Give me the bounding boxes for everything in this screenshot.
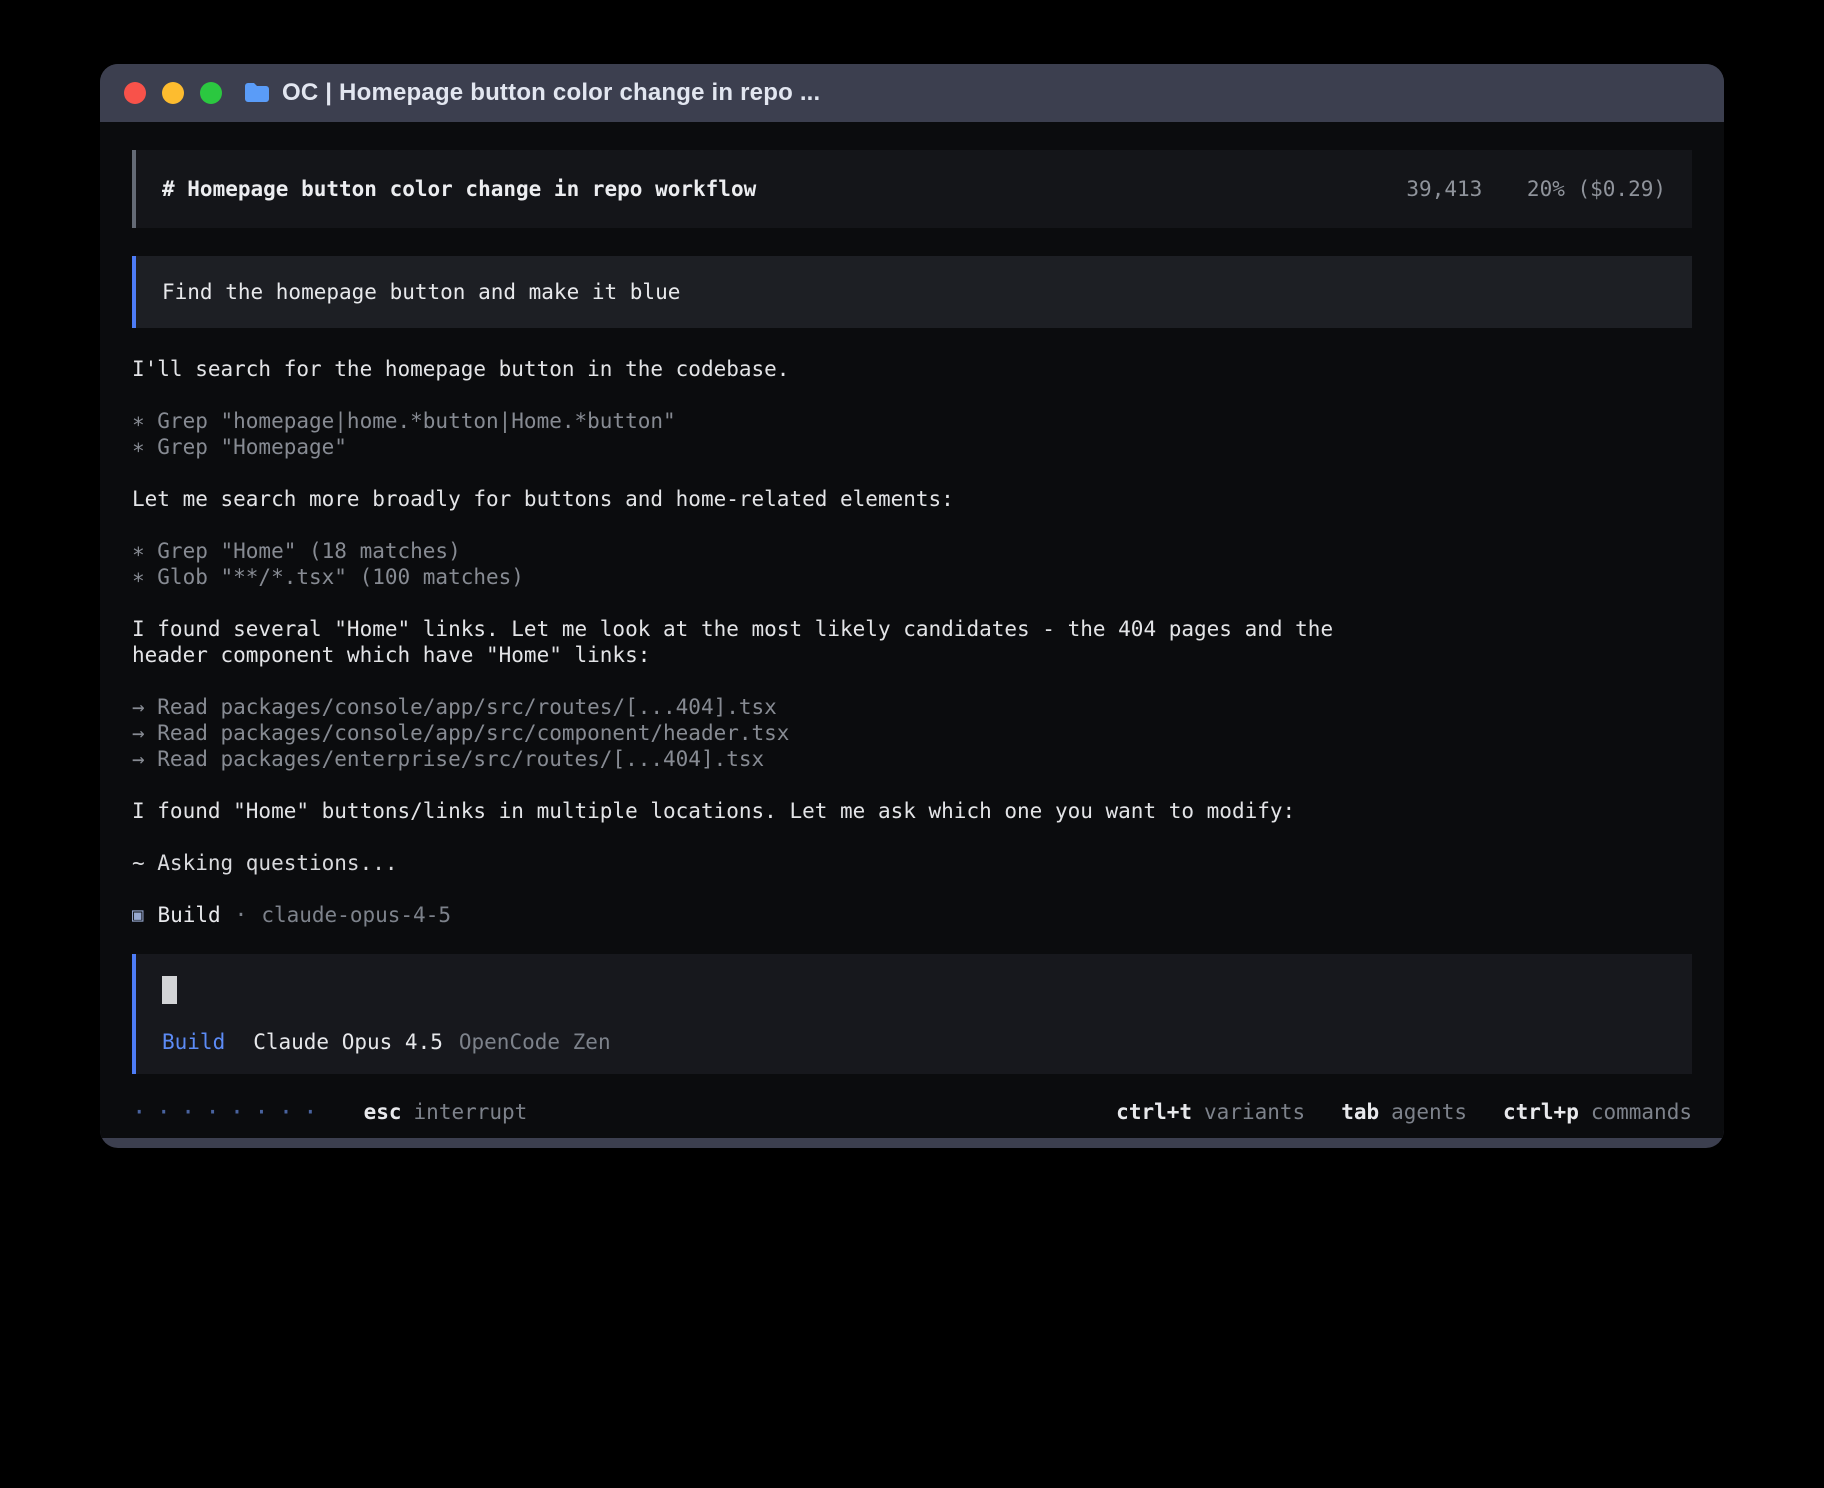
traffic-lights	[124, 82, 222, 104]
read-tool-call: → Read packages/enterprise/src/routes/[.…	[132, 746, 1372, 772]
esc-key: esc	[364, 1100, 402, 1124]
window-title: OC | Homepage button color change in rep…	[282, 79, 820, 107]
model-provider-label: OpenCode Zen	[459, 1030, 611, 1054]
assistant-text: Let me search more broadly for buttons a…	[132, 486, 1372, 512]
commands-hint: ctrl+pcommands	[1503, 1100, 1692, 1124]
status-bar: ········ esc interrupt ctrl+tvariants tab…	[132, 1074, 1692, 1126]
grep-tool-call: ∗ Grep "Homepage"	[132, 434, 1372, 460]
prompt-input[interactable]: Build Claude Opus 4.5 OpenCode Zen	[132, 954, 1692, 1074]
session-title: # Homepage button color change in repo w…	[162, 177, 756, 201]
model-status-row: Build Claude Opus 4.5 OpenCode Zen	[162, 1030, 1666, 1054]
text-cursor	[162, 976, 177, 1004]
terminal-window: OC | Homepage button color change in rep…	[100, 64, 1724, 1148]
variants-hint: ctrl+tvariants	[1116, 1100, 1305, 1124]
assistant-text: I'll search for the homepage button in t…	[132, 356, 1372, 382]
assistant-text: I found "Home" buttons/links in multiple…	[132, 798, 1372, 824]
esc-label: interrupt	[414, 1100, 528, 1124]
asking-questions-status: ~ Asking questions...	[132, 850, 1372, 876]
assistant-text: I found several "Home" links. Let me loo…	[132, 616, 1372, 668]
user-message: Find the homepage button and make it blu…	[132, 256, 1692, 328]
close-window-button[interactable]	[124, 82, 146, 104]
interrupt-hint: esc interrupt	[364, 1100, 528, 1124]
agent-attribution-row: ▣ Build · claude-opus-4-5	[132, 902, 1372, 928]
agent-name: Build	[157, 902, 220, 928]
active-model-label: Claude Opus 4.5	[253, 1030, 443, 1054]
title-group: OC | Homepage button color change in rep…	[244, 79, 820, 107]
separator-dot: ·	[235, 902, 248, 928]
conversation: I'll search for the homepage button in t…	[132, 328, 1372, 928]
zoom-window-button[interactable]	[200, 82, 222, 104]
user-message-text: Find the homepage button and make it blu…	[162, 280, 680, 304]
terminal-content: # Homepage button color change in repo w…	[100, 122, 1724, 1138]
read-tool-group: → Read packages/console/app/src/routes/[…	[132, 694, 1372, 772]
read-tool-call: → Read packages/console/app/src/componen…	[132, 720, 1372, 746]
spinner-icon: ········	[132, 1098, 328, 1126]
session-stats: 39,413 20% ($0.29)	[1406, 177, 1666, 201]
folder-icon	[244, 82, 270, 104]
tool-call-group: ∗ Grep "Home" (18 matches) ∗ Glob "**/*.…	[132, 538, 1372, 590]
glob-tool-call: ∗ Glob "**/*.tsx" (100 matches)	[132, 564, 1372, 590]
read-tool-call: → Read packages/console/app/src/routes/[…	[132, 694, 1372, 720]
agent-icon: ▣	[132, 902, 143, 928]
grep-tool-call: ∗ Grep "Home" (18 matches)	[132, 538, 1372, 564]
context-usage: 20% ($0.29)	[1527, 177, 1666, 201]
token-count: 39,413	[1406, 177, 1482, 201]
grep-tool-call: ∗ Grep "homepage|home.*button|Home.*butt…	[132, 408, 1372, 434]
active-agent-label: Build	[162, 1030, 225, 1054]
minimize-window-button[interactable]	[162, 82, 184, 104]
agent-model: claude-opus-4-5	[261, 902, 451, 928]
agents-hint: tabagents	[1341, 1100, 1467, 1124]
session-header: # Homepage button color change in repo w…	[132, 150, 1692, 228]
tool-call-group: ∗ Grep "homepage|home.*button|Home.*butt…	[132, 408, 1372, 460]
titlebar[interactable]: OC | Homepage button color change in rep…	[100, 64, 1724, 122]
